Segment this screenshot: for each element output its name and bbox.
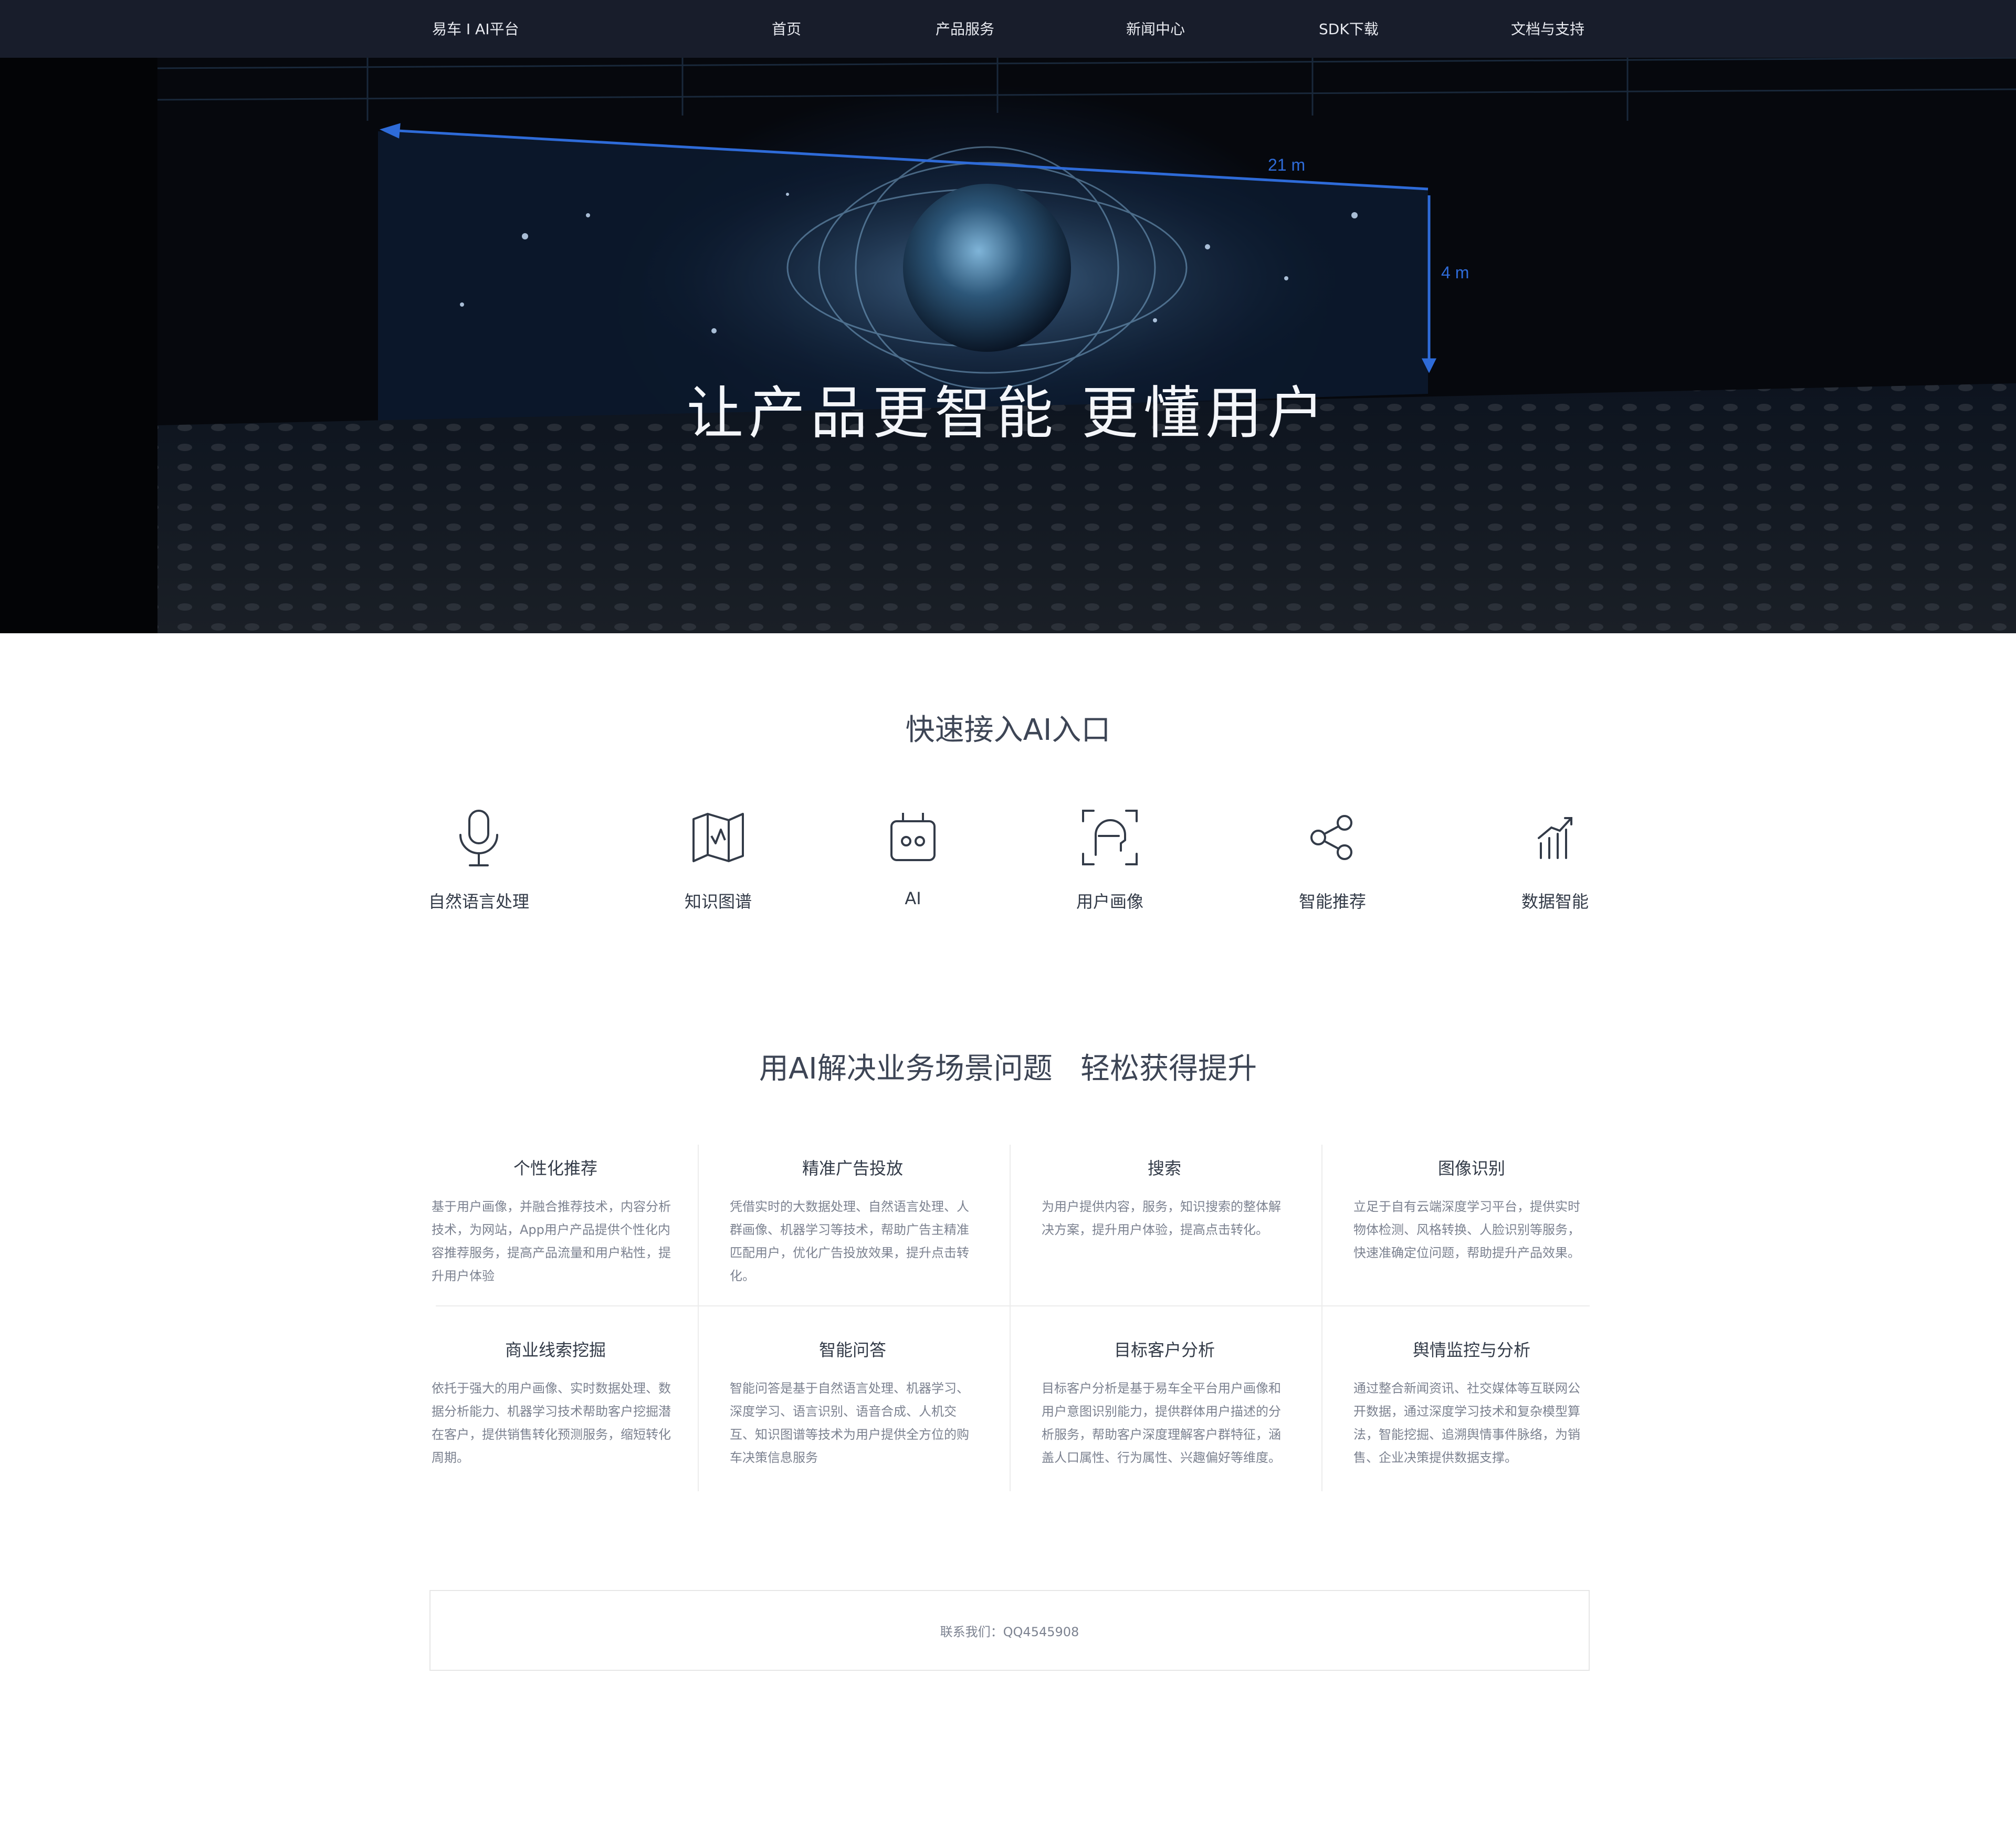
feature-nlp[interactable]: 自然语言处理 — [400, 803, 558, 913]
share-icon — [1310, 815, 1352, 860]
feature-data-intelligence[interactable]: 数据智能 — [1476, 803, 1634, 913]
scenario-title: 精准广告投放 — [802, 1158, 903, 1178]
scenario-card[interactable]: 舆情监控与分析 通过整合新闻资讯、社交媒体等互联网公开数据，通过深度学习技术和复… — [1353, 1326, 1590, 1500]
feature-label: 用户画像 — [1076, 892, 1143, 912]
scenario-card[interactable]: 个性化推荐 基于用户画像，并融合推荐技术，内容分析技术，为网站，App用户产品提… — [430, 1145, 680, 1318]
feature-user-profile[interactable]: 用户画像 — [1031, 803, 1189, 913]
feature-label: 自然语言处理 — [428, 892, 529, 912]
scenario-desc: 智能问答是基于自然语言处理、机器学习、深度学习、语言识别、语音合成、人机交互、知… — [730, 1381, 969, 1465]
hero-background-image: 21 m 4 m — [0, 58, 2016, 633]
nav-item-docs-support[interactable]: 文档与支持 — [1511, 18, 1584, 39]
feature-knowledge-graph[interactable]: 知识图谱 — [639, 803, 797, 913]
scenario-desc: 立足于自有云端深度学习平台，提供实时物体检测、风格转换、人脸识别等服务，快速准确… — [1353, 1199, 1580, 1260]
map-icon — [692, 813, 744, 862]
scenario-card[interactable]: 精准广告投放 凭借实时的大数据处理、自然语言处理、人群画像、机器学习等技术，帮助… — [730, 1145, 975, 1318]
nav-item-products[interactable]: 产品服务 — [936, 18, 994, 39]
scenario-title: 舆情监控与分析 — [1412, 1340, 1530, 1360]
quick-access-title: 快速接入AI入口 — [905, 713, 1111, 747]
feature-label: 知识图谱 — [684, 892, 752, 912]
brand-logo[interactable]: 易车 I AI平台 — [432, 18, 519, 39]
divider — [1321, 1145, 1322, 1491]
hero-width-label: 21 m — [1268, 155, 1305, 174]
scenario-card[interactable]: 商业线索挖掘 依托于强大的用户画像、实时数据处理、数据分析能力、机器学习技术帮助… — [430, 1326, 680, 1500]
scenario-title: 搜索 — [1147, 1158, 1181, 1178]
scenario-desc: 基于用户画像，并融合推荐技术，内容分析技术，为网站，App用户产品提供个性化内容… — [432, 1199, 671, 1283]
scenario-desc: 为用户提供内容，服务，知识搜索的整体解决方案，提升用户体验，提高点击转化。 — [1042, 1199, 1281, 1237]
scenario-title: 目标客户分析 — [1114, 1340, 1215, 1360]
scenario-desc: 凭借实时的大数据处理、自然语言处理、人群画像、机器学习等技术，帮助广告主精准匹配… — [730, 1199, 969, 1283]
scenario-card[interactable]: 智能问答 智能问答是基于自然语言处理、机器学习、深度学习、语言识别、语音合成、人… — [730, 1326, 975, 1500]
face-scan-icon — [1082, 810, 1138, 865]
scenario-title: 个性化推荐 — [513, 1158, 597, 1178]
nav-item-news[interactable]: 新闻中心 — [1126, 18, 1185, 39]
top-nav-bar: 易车 I AI平台 首页 产品服务 新闻中心 SDK下载 文档与支持 — [0, 0, 2016, 58]
scenario-card[interactable]: 搜索 为用户提供内容，服务，知识搜索的整体解决方案，提升用户体验，提高点击转化。 — [1042, 1145, 1287, 1318]
hero-headline: 让产品更智能 更懂用户 — [686, 381, 1330, 446]
scenario-grid: 个性化推荐 基于用户画像，并融合推荐技术，内容分析技术，为网站，App用户产品提… — [430, 1145, 1590, 1491]
contact-text[interactable]: 联系我们：QQ4545908 — [430, 1621, 1589, 1640]
divider — [1010, 1145, 1011, 1491]
microphone-icon — [459, 810, 498, 866]
feature-label: 智能推荐 — [1298, 892, 1366, 912]
robot-icon — [890, 813, 936, 861]
scenario-card[interactable]: 图像识别 立足于自有云端深度学习平台，提供实时物体检测、风格转换、人脸识别等服务… — [1353, 1145, 1590, 1318]
feature-label: AI — [905, 888, 921, 908]
scenario-desc: 通过整合新闻资讯、社交媒体等互联网公开数据，通过深度学习技术和复杂模型算法，智能… — [1353, 1381, 1580, 1465]
nav-item-home[interactable]: 首页 — [772, 18, 801, 39]
chart-trend-icon — [1538, 817, 1572, 859]
hero-height-label: 4 m — [1441, 263, 1469, 282]
scenario-title: 智能问答 — [818, 1340, 886, 1360]
scenario-title: 图像识别 — [1437, 1158, 1505, 1178]
scenario-desc: 目标客户分析是基于易车全平台用户画像和用户意图识别能力，提供群体用户描述的分析服… — [1042, 1381, 1281, 1465]
divider — [698, 1145, 699, 1491]
scenario-desc: 依托于强大的用户画像、实时数据处理、数据分析能力、机器学习技术帮助客户挖掘潜在客… — [432, 1381, 671, 1465]
scenario-card[interactable]: 目标客户分析 目标客户分析是基于易车全平台用户画像和用户意图识别能力，提供群体用… — [1042, 1326, 1287, 1500]
nav-item-sdk-download[interactable]: SDK下载 — [1319, 18, 1379, 39]
feature-ai[interactable]: AI — [834, 803, 992, 908]
feature-label: 数据智能 — [1521, 892, 1589, 912]
feature-smart-recommend[interactable]: 智能推荐 — [1254, 803, 1411, 913]
scenarios-title: 用AI解决业务场景问题 轻松获得提升 — [759, 1052, 1257, 1086]
scenario-title: 商业线索挖掘 — [505, 1340, 606, 1360]
hero-banner: 21 m 4 m 让产品更智能 更懂用户 — [0, 58, 2016, 633]
contact-footer: 联系我们：QQ4545908 — [429, 1590, 1590, 1671]
